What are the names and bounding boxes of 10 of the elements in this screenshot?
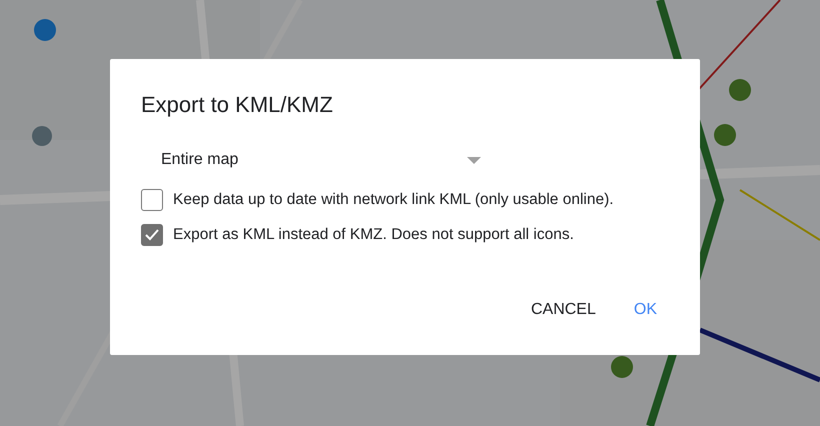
checkmark-icon xyxy=(144,228,160,242)
cancel-button[interactable]: CANCEL xyxy=(518,295,608,325)
caret-icon xyxy=(467,156,481,164)
checkbox-label: Export as KML instead of KMZ. Does not support all icons. xyxy=(173,226,574,244)
checkbox[interactable] xyxy=(141,224,163,246)
checkbox[interactable] xyxy=(141,189,163,211)
dialog-title: Export to KML/KMZ xyxy=(141,91,334,119)
ok-button[interactable]: OK xyxy=(622,295,669,325)
scope-dropdown[interactable]: Entire map xyxy=(161,149,481,171)
checkbox-label: Keep data up to date with network link KML (only usable online). xyxy=(173,191,614,209)
